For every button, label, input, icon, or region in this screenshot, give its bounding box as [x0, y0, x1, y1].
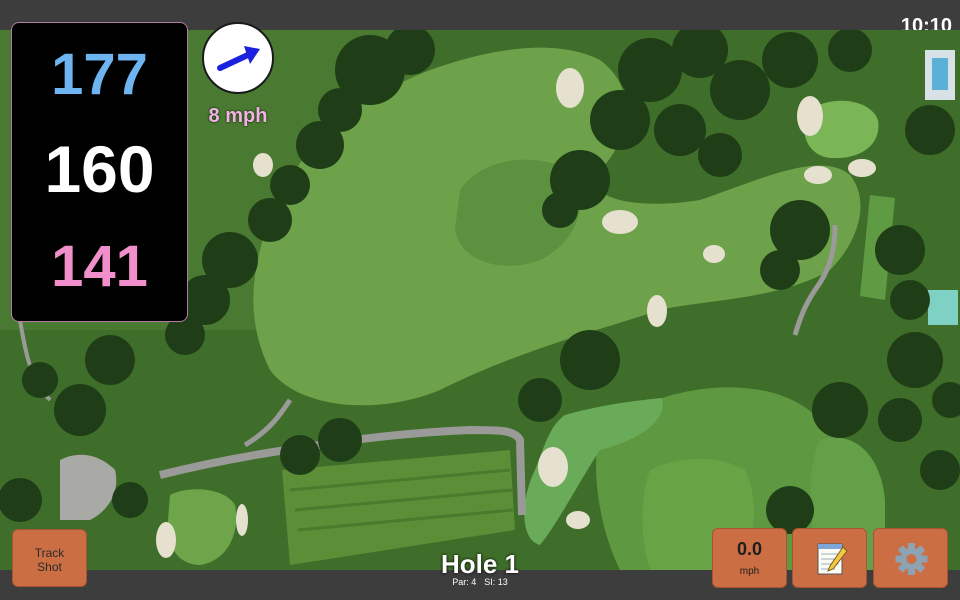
speed-value: 0.0 — [736, 539, 763, 559]
back-yardage: 177 — [51, 42, 148, 107]
track-shot-button[interactable]: Track Shot — [12, 529, 87, 587]
settings-button[interactable] — [873, 528, 948, 588]
track-shot-label-line2: Shot — [37, 560, 62, 574]
yardage-panel: 177 160 141 — [11, 22, 188, 322]
wind-arrow-icon — [217, 46, 260, 71]
track-shot-label-line1: Track — [34, 546, 65, 560]
notepad-icon — [817, 543, 848, 575]
hole-title: Hole 1 — [440, 549, 520, 579]
hole-par: Par: 4 — [452, 577, 477, 587]
wind-speed-label: 8 mph — [208, 105, 268, 127]
notes-button[interactable] — [792, 528, 867, 588]
hole-stroke-index: SI: 13 — [484, 577, 508, 587]
hole-details: Par: 4 SI: 13 — [400, 577, 560, 587]
middle-yardage: 160 — [44, 132, 155, 206]
wind-indicator — [202, 22, 274, 94]
speed-unit: mph — [739, 566, 760, 577]
front-yardage: 141 — [51, 234, 148, 299]
gear-icon — [895, 543, 928, 575]
shot-speed-button[interactable]: 0.0 mph — [712, 528, 787, 588]
